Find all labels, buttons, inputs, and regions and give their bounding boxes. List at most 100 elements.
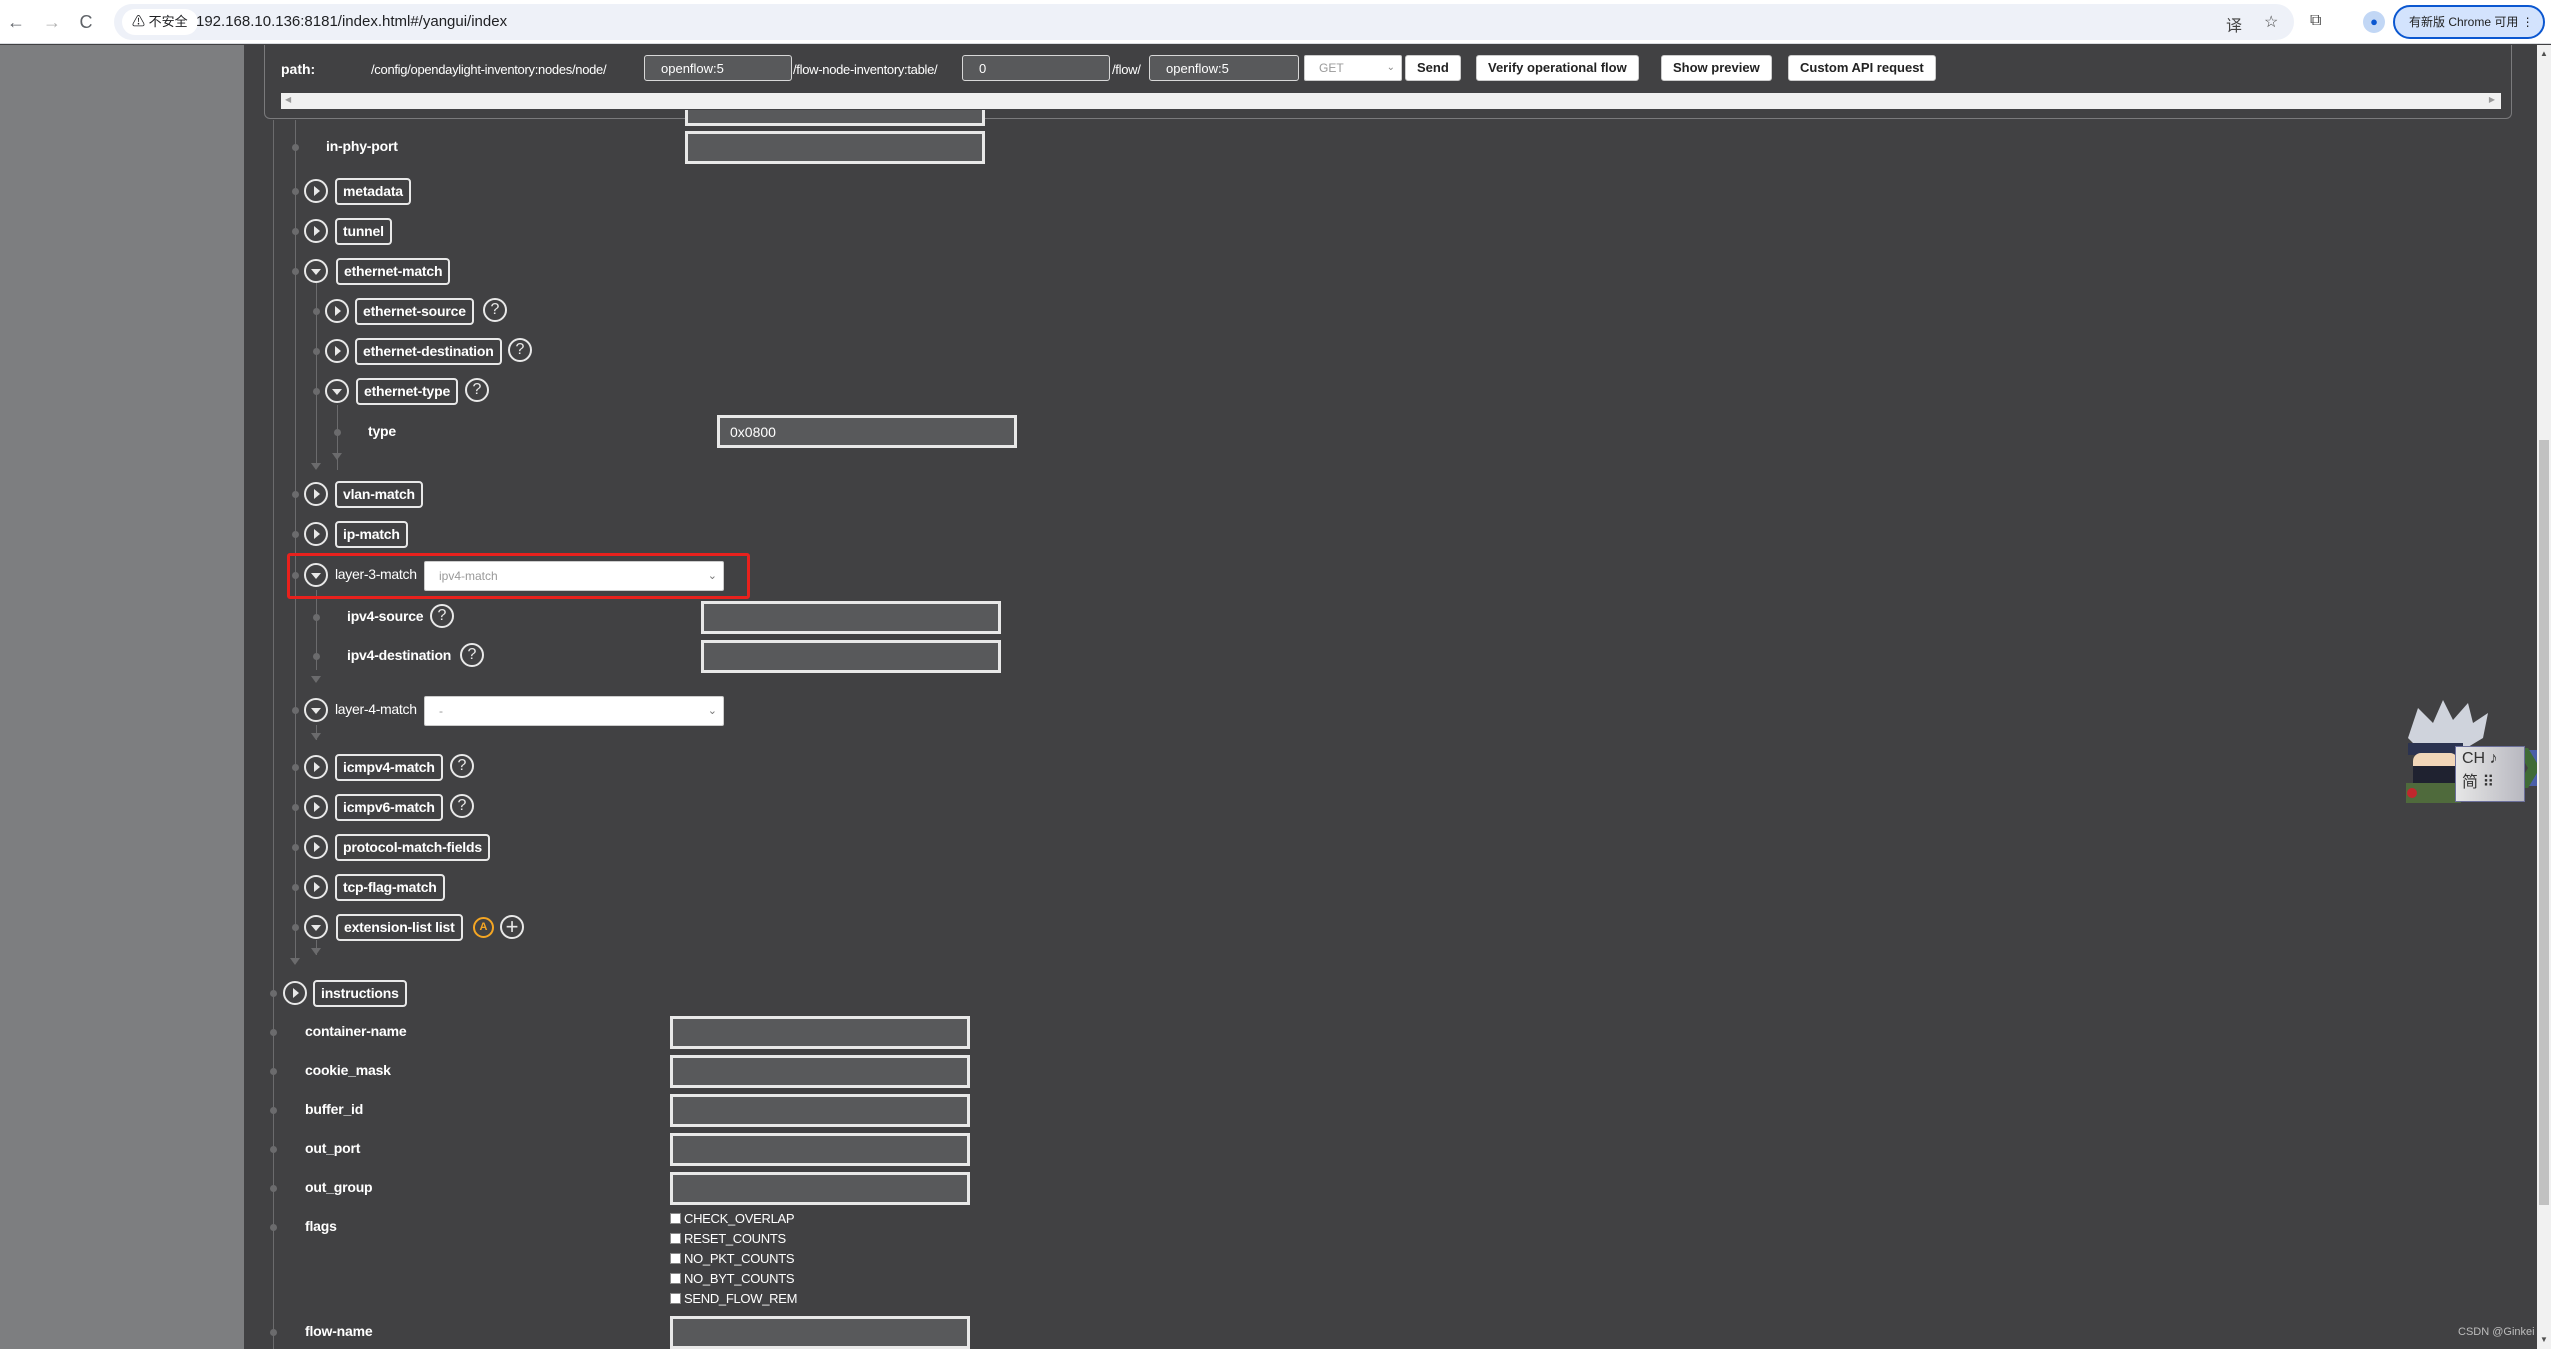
- ethernet-destination-node-button[interactable]: ethernet-destination: [355, 338, 502, 365]
- help-icon[interactable]: ?: [450, 794, 474, 818]
- collapse-icon[interactable]: [304, 698, 328, 722]
- chevron-down-icon: ⌄: [707, 570, 717, 582]
- scroll-right-icon[interactable]: ▶: [2489, 95, 2495, 104]
- metadata-node-button[interactable]: metadata: [335, 178, 411, 205]
- flag-checkbox[interactable]: [670, 1293, 681, 1304]
- expand-icon[interactable]: [304, 835, 328, 859]
- flag-option[interactable]: RESET_COUNTS: [670, 1231, 786, 1249]
- reload-icon[interactable]: C: [74, 10, 98, 34]
- scroll-down-icon[interactable]: ▼: [2539, 1335, 2549, 1344]
- tree-dot: [292, 268, 299, 275]
- expand-icon[interactable]: [325, 299, 349, 323]
- verify-operational-flow-button[interactable]: Verify operational flow: [1476, 55, 1639, 81]
- flag-checkbox[interactable]: [670, 1273, 681, 1284]
- buffer-id-input[interactable]: [670, 1094, 970, 1127]
- send-button[interactable]: Send: [1405, 55, 1461, 81]
- collapse-icon[interactable]: [304, 259, 328, 283]
- icmpv6-match-node-button[interactable]: icmpv6-match: [335, 794, 443, 821]
- help-icon[interactable]: ?: [460, 643, 484, 667]
- in-phy-port-label: in-phy-port: [326, 138, 398, 154]
- expand-icon[interactable]: [283, 981, 307, 1005]
- extensions-icon[interactable]: ⧉: [2310, 12, 2321, 30]
- http-method-select[interactable]: GET ⌄: [1304, 55, 1402, 81]
- chevron-down-icon: ⌄: [1386, 62, 1395, 73]
- instructions-node-button[interactable]: instructions: [313, 980, 407, 1007]
- security-warning-chip[interactable]: ⚠ 不安全: [122, 9, 198, 35]
- tcp-flag-match-node-button[interactable]: tcp-flag-match: [335, 874, 445, 901]
- flag-option[interactable]: NO_BYT_COUNTS: [670, 1271, 795, 1289]
- in-phy-port-input[interactable]: [685, 131, 985, 164]
- ethernet-source-node-button[interactable]: ethernet-source: [355, 298, 474, 325]
- collapse-icon[interactable]: [304, 915, 328, 939]
- protocol-match-fields-node-button[interactable]: protocol-match-fields: [335, 834, 490, 861]
- flag-checkbox[interactable]: [670, 1233, 681, 1244]
- layer-4-match-select[interactable]: - ⌄: [424, 696, 724, 726]
- bookmark-star-icon[interactable]: ☆: [2264, 12, 2278, 32]
- ethernet-type-input[interactable]: [717, 415, 1017, 448]
- out-port-input[interactable]: [670, 1133, 970, 1166]
- vertical-scrollbar[interactable]: ▲ ▼: [2537, 45, 2551, 1349]
- flag-option-label: NO_PKT_COUNTS: [684, 1251, 795, 1266]
- help-icon[interactable]: ?: [465, 378, 489, 402]
- icmpv4-match-node-button[interactable]: icmpv4-match: [335, 754, 443, 781]
- expand-icon[interactable]: [304, 482, 328, 506]
- flags-label: flags: [305, 1218, 337, 1234]
- flow-id-input[interactable]: [1149, 55, 1299, 81]
- tunnel-node-button[interactable]: tunnel: [335, 218, 392, 245]
- ethernet-type-node-button[interactable]: ethernet-type: [356, 378, 459, 405]
- container-name-input[interactable]: [670, 1016, 970, 1049]
- ethernet-match-node-button[interactable]: ethernet-match: [336, 258, 451, 285]
- out-group-label: out_group: [305, 1179, 373, 1195]
- translate-icon[interactable]: 译: [2226, 12, 2242, 36]
- collapse-icon[interactable]: [304, 563, 328, 587]
- expand-icon[interactable]: [304, 219, 328, 243]
- expand-icon[interactable]: [304, 179, 328, 203]
- chrome-update-button[interactable]: 有新版 Chrome 可用 ⋮: [2393, 5, 2545, 39]
- address-bar[interactable]: ⚠ 不安全 192.168.10.136:8181/index.html#/ya…: [114, 4, 2294, 40]
- scrollbar-thumb[interactable]: [2539, 440, 2549, 1205]
- ipv4-source-label: ipv4-source: [347, 608, 424, 624]
- back-icon[interactable]: ←: [4, 10, 28, 34]
- augmentation-icon[interactable]: A: [473, 917, 494, 938]
- ip-match-node-button[interactable]: ip-match: [335, 521, 408, 548]
- flag-option[interactable]: CHECK_OVERLAP: [670, 1211, 795, 1229]
- horizontal-scrollbar[interactable]: ◀ ▶: [281, 93, 2501, 109]
- expand-icon[interactable]: [325, 339, 349, 363]
- flag-option[interactable]: SEND_FLOW_REM: [670, 1291, 797, 1309]
- expand-icon[interactable]: [304, 795, 328, 819]
- vlan-match-node-button[interactable]: vlan-match: [335, 481, 423, 508]
- flow-name-input[interactable]: [670, 1316, 970, 1349]
- profile-avatar-icon[interactable]: ●: [2363, 11, 2385, 33]
- forward-icon[interactable]: →: [40, 10, 64, 34]
- out-group-input[interactable]: [670, 1172, 970, 1205]
- flag-checkbox[interactable]: [670, 1253, 681, 1264]
- flag-checkbox[interactable]: [670, 1213, 681, 1224]
- scroll-up-icon[interactable]: ▲: [2539, 49, 2549, 58]
- show-preview-button[interactable]: Show preview: [1661, 55, 1772, 81]
- help-icon[interactable]: ?: [483, 298, 507, 322]
- expand-icon[interactable]: [304, 875, 328, 899]
- cookie-mask-input[interactable]: [670, 1055, 970, 1088]
- extension-list-node-button[interactable]: extension-list list: [336, 914, 463, 941]
- flag-option[interactable]: NO_PKT_COUNTS: [670, 1251, 795, 1269]
- ime-language-indicator[interactable]: CH ♪ 简 ⠿: [2455, 746, 2525, 802]
- tree-dot: [292, 707, 299, 714]
- help-icon[interactable]: ?: [508, 338, 532, 362]
- url-text[interactable]: 192.168.10.136:8181/index.html#/yangui/i…: [196, 4, 507, 40]
- ipv4-destination-input[interactable]: [701, 640, 1001, 673]
- add-list-item-icon[interactable]: +: [500, 915, 524, 939]
- page-left-margin: [0, 45, 244, 1349]
- tree-dot: [270, 1029, 277, 1036]
- scroll-left-icon[interactable]: ◀: [285, 95, 291, 104]
- expand-icon[interactable]: [304, 755, 328, 779]
- layer-3-match-select[interactable]: ipv4-match ⌄: [424, 561, 724, 591]
- node-id-input[interactable]: [644, 55, 792, 81]
- ipv4-source-input[interactable]: [701, 601, 1001, 634]
- collapse-icon[interactable]: [325, 379, 349, 403]
- help-icon[interactable]: ?: [430, 604, 454, 628]
- table-id-input[interactable]: [962, 55, 1110, 81]
- partial-input-above[interactable]: [685, 110, 985, 126]
- custom-api-request-button[interactable]: Custom API request: [1788, 55, 1936, 81]
- expand-icon[interactable]: [304, 522, 328, 546]
- help-icon[interactable]: ?: [450, 754, 474, 778]
